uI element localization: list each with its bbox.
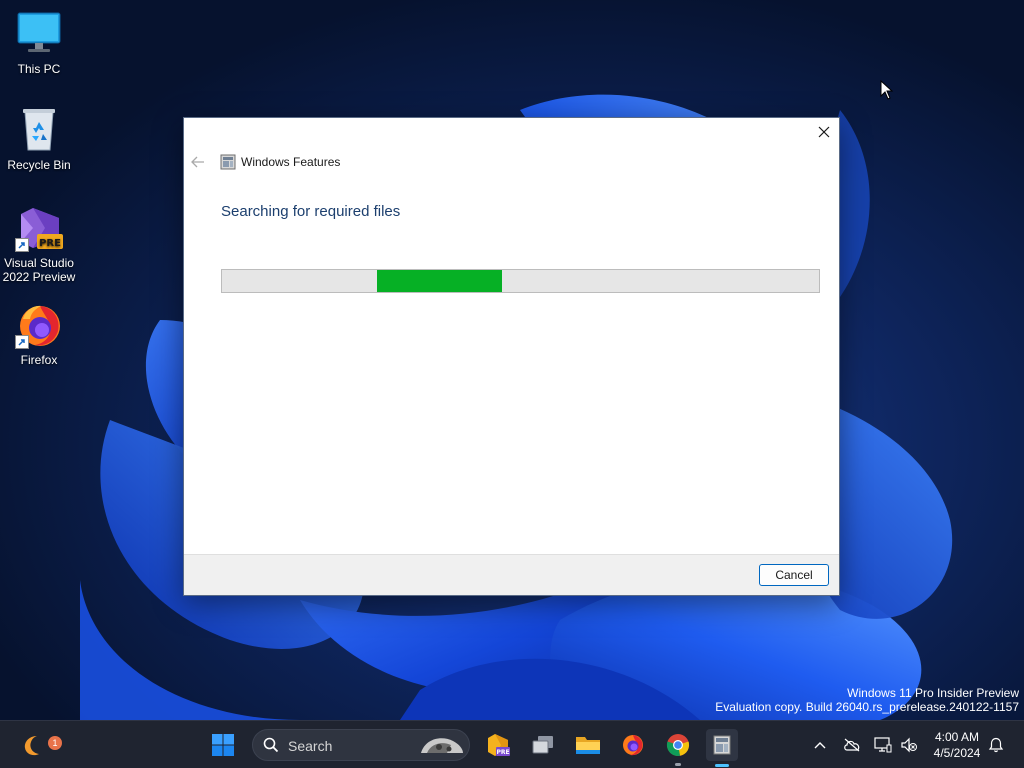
- visual-studio-icon: PRE: [15, 204, 63, 252]
- clock-time: 4:00 AM: [934, 730, 980, 744]
- volume-tray-button[interactable]: [899, 735, 919, 755]
- search-placeholder: Search: [288, 738, 333, 754]
- taskbar-visual-studio-preview[interactable]: PRE: [482, 729, 514, 761]
- recycle-bin-icon: [15, 106, 63, 154]
- desktop: This PC Recycle Bin PRE Visual Studio 20…: [0, 0, 1024, 768]
- running-indicator: [675, 763, 681, 766]
- desktop-icon-label: This PC: [17, 62, 61, 76]
- shortcut-arrow-icon: [15, 238, 29, 252]
- firefox-icon: [15, 301, 63, 349]
- notifications-button[interactable]: [986, 735, 1006, 755]
- taskbar: 1 Search PRE 4:00 AM 4/5/2024: [0, 720, 1024, 768]
- task-view-button[interactable]: [527, 729, 559, 761]
- widgets-button[interactable]: 1: [16, 729, 62, 761]
- chrome-icon: [666, 734, 690, 756]
- desktop-icon-visual-studio[interactable]: PRE Visual Studio 2022 Preview: [1, 204, 77, 284]
- start-button[interactable]: [207, 729, 239, 761]
- notification-badge: 1: [48, 736, 62, 750]
- svg-text:PRE: PRE: [496, 749, 509, 756]
- clock-date: 4/5/2024: [933, 746, 981, 760]
- close-button[interactable]: [809, 118, 839, 146]
- search-icon: [263, 737, 279, 753]
- back-button[interactable]: [190, 154, 206, 170]
- evaluation-watermark: Windows 11 Pro Insider Preview Evaluatio…: [715, 686, 1019, 714]
- progress-marquee: [377, 270, 502, 292]
- windows-features-dialog: Windows Features Searching for required …: [183, 117, 840, 596]
- watermark-line-build: Evaluation copy. Build 26040.rs_prerelea…: [715, 700, 1019, 714]
- desktop-icon-label: Firefox: [20, 353, 58, 367]
- desktop-icon-recycle-bin[interactable]: Recycle Bin: [1, 106, 77, 172]
- task-view-icon: [532, 736, 553, 754]
- desktop-icon-label: Visual Studio 2022 Preview: [2, 256, 76, 284]
- taskbar-search[interactable]: Search: [252, 729, 470, 761]
- dialog-footer: Cancel: [184, 554, 839, 595]
- windows-start-icon: [212, 734, 234, 756]
- dialog-title-row: Windows Features: [220, 154, 340, 170]
- active-indicator: [715, 764, 729, 767]
- desktop-icon-label: Recycle Bin: [7, 158, 71, 172]
- network-icon: [874, 737, 892, 753]
- monitor-icon: [15, 10, 63, 58]
- show-hidden-icons-button[interactable]: [810, 735, 830, 755]
- desktop-icon-this-pc[interactable]: This PC: [1, 10, 77, 76]
- progress-bar: [221, 269, 820, 293]
- mouse-cursor-icon: [880, 80, 894, 100]
- watermark-line-edition: Windows 11 Pro Insider Preview: [847, 686, 1019, 700]
- desktop-icon-firefox[interactable]: Firefox: [1, 301, 77, 367]
- taskbar-chrome[interactable]: [662, 729, 694, 766]
- system-clock[interactable]: 4:00 AM 4/5/2024: [928, 729, 986, 761]
- taskbar-file-explorer[interactable]: [572, 729, 604, 761]
- volume-muted-icon: [901, 737, 917, 753]
- chevron-up-icon: [814, 742, 826, 749]
- file-explorer-icon: [576, 737, 600, 754]
- visual-studio-preview-icon: PRE: [488, 734, 510, 756]
- pre-badge-text: PRE: [39, 238, 61, 249]
- firefox-icon: [623, 735, 643, 756]
- windows-features-icon: [220, 154, 236, 170]
- back-arrow-icon: [191, 156, 204, 168]
- bell-icon: [988, 737, 1004, 753]
- weather-moon-icon: [24, 736, 39, 756]
- status-heading: Searching for required files: [221, 203, 401, 220]
- taskbar-windows-features[interactable]: [706, 729, 738, 767]
- cancel-button[interactable]: Cancel: [759, 564, 829, 586]
- windows-features-icon: [713, 735, 731, 755]
- taskbar-firefox[interactable]: [617, 729, 649, 761]
- cloud-offline-icon: [844, 738, 860, 752]
- onedrive-tray-button[interactable]: [842, 735, 862, 755]
- close-icon: [818, 126, 830, 138]
- shortcut-arrow-icon: [15, 335, 29, 349]
- search-highlight-art-icon: [421, 738, 463, 753]
- network-tray-button[interactable]: [873, 735, 893, 755]
- dialog-title: Windows Features: [241, 155, 341, 169]
